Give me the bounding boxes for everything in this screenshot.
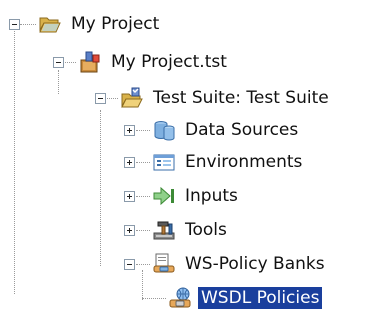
- tree-node-wsdl-policies[interactable]: WSDL Policies: [168, 284, 323, 312]
- test-file-icon: [78, 50, 102, 74]
- collapse-toggle-test-suite[interactable]: [95, 93, 106, 104]
- wsdl-policy-icon: [168, 286, 192, 310]
- tree-node-label: Environments: [185, 152, 303, 172]
- tree-node-ws-policy-banks[interactable]: WS-Policy Banks: [152, 250, 328, 278]
- tree-node-my-project[interactable]: My Project: [38, 10, 162, 38]
- expand-toggle-environments[interactable]: [124, 157, 135, 168]
- tools-icon: [152, 218, 176, 242]
- open-folder-icon: [38, 12, 62, 36]
- collapse-toggle-my-project-tst[interactable]: [53, 57, 64, 68]
- tree-node-label: Inputs: [185, 186, 238, 206]
- tree-node-environments[interactable]: Environments: [152, 148, 305, 176]
- tree-node-label: My Project: [71, 14, 160, 34]
- inputs-icon: [152, 184, 176, 208]
- tree-node-my-project-tst[interactable]: My Project.tst: [78, 48, 230, 76]
- expand-toggle-data-sources[interactable]: [124, 125, 135, 136]
- tree-node-label: Data Sources: [185, 120, 299, 140]
- tree-node-inputs[interactable]: Inputs: [152, 182, 241, 210]
- environment-icon: [152, 150, 176, 174]
- tree-node-label: Test Suite: Test Suite: [153, 88, 329, 108]
- tree-node-test-suite[interactable]: Test Suite: Test Suite: [120, 84, 332, 112]
- expand-toggle-inputs[interactable]: [124, 191, 135, 202]
- expand-toggle-tools[interactable]: [124, 225, 135, 236]
- tree-node-label: Tools: [185, 220, 227, 240]
- collapse-toggle-ws-policy-banks[interactable]: [124, 259, 135, 270]
- policy-bank-icon: [152, 252, 176, 276]
- tree-node-label: WS-Policy Banks: [185, 254, 325, 274]
- tree-node-label: My Project.tst: [111, 52, 227, 72]
- tree-node-tools[interactable]: Tools: [152, 216, 230, 244]
- collapse-toggle-my-project[interactable]: [9, 19, 20, 30]
- test-suite-folder-icon: [120, 86, 144, 110]
- database-icon: [152, 118, 176, 142]
- tree-node-data-sources[interactable]: Data Sources: [152, 116, 301, 144]
- project-tree: My Project My Project.tst Test Suite: Te…: [0, 0, 373, 312]
- tree-node-label-selected: WSDL Policies: [198, 287, 323, 309]
